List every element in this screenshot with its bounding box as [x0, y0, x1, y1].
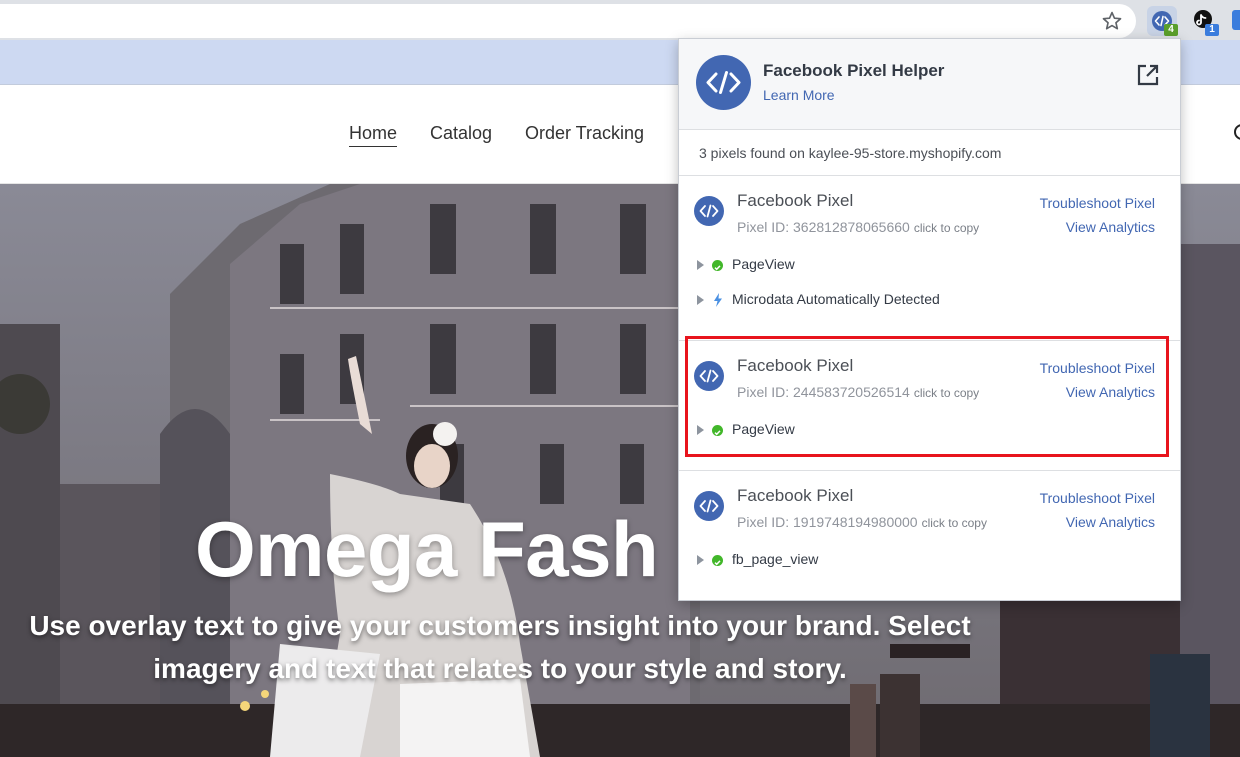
event-row-pageview[interactable]: PageView [695, 255, 1155, 275]
popup-title: Facebook Pixel Helper [763, 61, 945, 80]
browser-toolbar: 4 1 [0, 0, 1240, 40]
pixel-id-value: Pixel ID: 1919748194980000 [737, 514, 918, 530]
event-row-fb-page-view[interactable]: fb_page_view [695, 550, 1155, 570]
lightning-bolt-icon [714, 293, 722, 307]
hero-subtitle: Use overlay text to give your customers … [0, 604, 1000, 690]
pixel-name: Facebook Pixel [737, 191, 854, 210]
learn-more-link[interactable]: Learn More [763, 87, 835, 103]
pixels-found-text: 3 pixels found on kaylee-95-store.myshop… [699, 145, 1002, 161]
hero-title: Omega Fash [195, 505, 659, 593]
search-icon[interactable] [1232, 123, 1240, 143]
nav-order-tracking-link[interactable]: Order Tracking [525, 123, 644, 144]
hero-subtitle-line: Use overlay text to give your customers … [29, 610, 971, 641]
extension-icon-partial[interactable] [1232, 10, 1240, 30]
address-bar[interactable] [0, 4, 1136, 38]
success-check-icon [712, 260, 723, 271]
expand-caret-icon[interactable] [697, 555, 704, 565]
troubleshoot-pixel-link[interactable]: Troubleshoot Pixel [1040, 195, 1155, 211]
pixel-id[interactable]: Pixel ID: 244583720526514 click to copy [737, 384, 979, 400]
success-check-icon [712, 555, 723, 566]
event-row-pageview[interactable]: PageView [695, 420, 1155, 440]
pixel-code-icon [694, 196, 724, 226]
pixel-id[interactable]: Pixel ID: 362812878065660 click to copy [737, 219, 979, 235]
pixel-id-value: Pixel ID: 244583720526514 [737, 384, 910, 400]
click-to-copy[interactable]: click to copy [922, 516, 987, 530]
view-analytics-link[interactable]: View Analytics [1066, 384, 1155, 400]
pixel-name: Facebook Pixel [737, 356, 854, 375]
nav-home-link[interactable]: Home [349, 123, 398, 147]
troubleshoot-pixel-link[interactable]: Troubleshoot Pixel [1040, 490, 1155, 506]
event-label: PageView [732, 256, 795, 272]
event-label: fb_page_view [732, 551, 819, 567]
troubleshoot-pixel-link[interactable]: Troubleshoot Pixel [1040, 360, 1155, 376]
event-row-microdata[interactable]: Microdata Automatically Detected [695, 290, 1155, 310]
popup-header: Facebook Pixel Helper Learn More [679, 39, 1180, 130]
expand-caret-icon[interactable] [697, 295, 704, 305]
success-check-icon [712, 425, 723, 436]
extension-badge-count: 1 [1205, 24, 1219, 36]
view-analytics-link[interactable]: View Analytics [1066, 514, 1155, 530]
click-to-copy[interactable]: click to copy [914, 386, 979, 400]
view-analytics-link[interactable]: View Analytics [1066, 219, 1155, 235]
pixels-found-bar: 3 pixels found on kaylee-95-store.myshop… [679, 130, 1180, 176]
expand-caret-icon[interactable] [697, 425, 704, 435]
extension-badge-count: 4 [1164, 24, 1178, 36]
pixel-id-value: Pixel ID: 362812878065660 [737, 219, 910, 235]
pixel-code-icon [694, 491, 724, 521]
expand-caret-icon[interactable] [697, 260, 704, 270]
tiktok-pixel-helper-extension-button[interactable]: 1 [1190, 6, 1220, 36]
pixel-entry: Facebook Pixel Pixel ID: 362812878065660… [679, 176, 1180, 341]
pixel-id[interactable]: Pixel ID: 1919748194980000 click to copy [737, 514, 987, 530]
open-external-icon[interactable] [1136, 63, 1160, 87]
pixel-name: Facebook Pixel [737, 486, 854, 505]
event-label: Microdata Automatically Detected [732, 291, 940, 307]
nav-catalog-link[interactable]: Catalog [430, 123, 492, 144]
pixel-entry: Facebook Pixel Pixel ID: 244583720526514… [679, 341, 1180, 471]
pixel-entry: Facebook Pixel Pixel ID: 191974819498000… [679, 471, 1180, 596]
bookmark-star-icon[interactable] [1101, 10, 1123, 32]
hero-subtitle-line: imagery and text that relates to your st… [153, 653, 847, 684]
event-label: PageView [732, 421, 795, 437]
facebook-pixel-helper-extension-button[interactable]: 4 [1147, 6, 1178, 36]
click-to-copy[interactable]: click to copy [914, 221, 979, 235]
pixel-helper-popup: Facebook Pixel Helper Learn More 3 pixel… [678, 38, 1181, 601]
pixel-helper-logo-icon [696, 55, 751, 110]
pixel-code-icon [694, 361, 724, 391]
